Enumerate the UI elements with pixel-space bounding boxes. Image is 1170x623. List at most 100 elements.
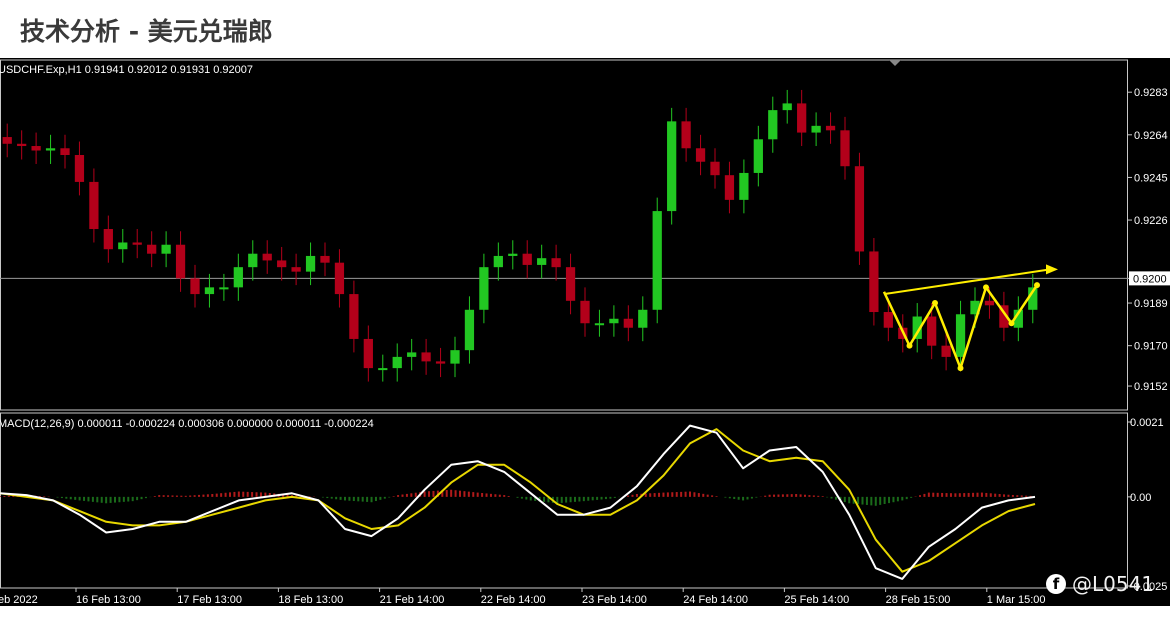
candle-body bbox=[219, 287, 229, 290]
candle-body bbox=[681, 121, 691, 149]
pattern-point bbox=[983, 284, 989, 291]
candle-body bbox=[60, 148, 70, 155]
candle-body bbox=[450, 350, 460, 364]
candle-body bbox=[854, 166, 865, 252]
candle-body bbox=[407, 352, 417, 357]
candle-body bbox=[927, 316, 937, 346]
candle-body bbox=[378, 368, 388, 371]
candle-body bbox=[522, 253, 532, 265]
candle-body bbox=[493, 255, 503, 268]
candle-body bbox=[334, 262, 345, 295]
time-tick-label: 25 Feb 14:00 bbox=[784, 594, 849, 606]
time-tick-label: eb 2022 bbox=[0, 594, 38, 606]
candle-body bbox=[262, 253, 272, 261]
watermark: f @L0541 bbox=[1046, 572, 1154, 596]
candle-body bbox=[768, 110, 778, 140]
candle-body bbox=[551, 258, 561, 268]
macd-tick-label: 0.00 bbox=[1130, 492, 1151, 504]
price-tick-label: 0.9264 bbox=[1134, 130, 1168, 142]
candle-body bbox=[45, 148, 56, 151]
candle-body bbox=[609, 318, 619, 324]
candle-body bbox=[17, 143, 27, 147]
time-tick-label: 24 Feb 14:00 bbox=[683, 594, 748, 606]
candle-body bbox=[233, 267, 243, 288]
candle-body bbox=[349, 294, 359, 339]
candle-body bbox=[869, 251, 879, 313]
candle-body bbox=[695, 148, 706, 162]
candle-body bbox=[435, 361, 446, 364]
candle-body bbox=[739, 172, 749, 200]
pattern-point bbox=[957, 365, 964, 372]
page-title: 技术分析 - 美元兑瑞郎 bbox=[20, 17, 273, 46]
price-tick-label: 0.9152 bbox=[1134, 381, 1168, 393]
candle-body bbox=[883, 312, 893, 328]
candle-body bbox=[118, 242, 128, 250]
time-tick-label: 17 Feb 13:00 bbox=[177, 594, 242, 606]
price-tick-label: 0.9283 bbox=[1134, 87, 1168, 99]
candle-body bbox=[782, 103, 792, 111]
candle-body bbox=[710, 161, 720, 176]
macd-chart-header: MACD(12,26,9) 0.000011 -0.000224 0.00030… bbox=[0, 418, 374, 430]
candle-body bbox=[623, 318, 633, 328]
candle-body bbox=[31, 146, 41, 151]
candle-body bbox=[565, 267, 576, 301]
candle-body bbox=[840, 130, 850, 167]
trading-chart[interactable]: 0.9283 0.9264 0.9245 0.9226 0.9200 0.9189 0.91… bbox=[0, 58, 1170, 606]
candle-body bbox=[74, 155, 85, 182]
candle-body bbox=[955, 314, 966, 357]
candle-body bbox=[161, 244, 171, 254]
time-tick-label: 28 Feb 15:00 bbox=[886, 594, 951, 606]
pattern-point bbox=[1008, 320, 1015, 327]
facebook-icon: f bbox=[1046, 574, 1066, 594]
candle-body bbox=[175, 244, 186, 279]
price-tick-label: 0.9170 bbox=[1134, 341, 1168, 353]
candle-body bbox=[479, 267, 489, 310]
candle-body bbox=[508, 253, 518, 256]
candle-body bbox=[277, 260, 287, 268]
candle-body bbox=[291, 267, 301, 272]
candle-body bbox=[320, 255, 330, 263]
time-tick-label: 18 Feb 13:00 bbox=[278, 594, 343, 606]
candle-body bbox=[147, 244, 157, 254]
candle-body bbox=[421, 352, 431, 362]
watermark-handle: @L0541 bbox=[1072, 572, 1155, 596]
candle-body bbox=[248, 253, 258, 268]
candle-body bbox=[204, 287, 215, 295]
time-tick-label: 23 Feb 14:00 bbox=[582, 594, 647, 606]
price-tick-label: 0.9189 bbox=[1134, 298, 1168, 310]
candle-body bbox=[363, 338, 373, 369]
pattern-point bbox=[932, 300, 938, 307]
price-tick-label: 0.9245 bbox=[1134, 172, 1168, 184]
time-tick-label: 1 Mar 15:00 bbox=[987, 594, 1046, 606]
candle-body bbox=[667, 121, 677, 212]
candle-body bbox=[652, 211, 662, 310]
candle-body bbox=[825, 125, 836, 131]
price-tick-label: 0.9226 bbox=[1134, 215, 1168, 227]
price-chart-header: USDCHF.Exp,H1 0.91941 0.92012 0.91931 0.… bbox=[0, 64, 253, 76]
time-tick-label: 22 Feb 14:00 bbox=[481, 594, 546, 606]
candle-body bbox=[797, 103, 807, 133]
candle-body bbox=[984, 300, 995, 306]
candle-body bbox=[132, 242, 142, 245]
candle-body bbox=[2, 137, 12, 144]
candle-body bbox=[305, 255, 316, 272]
current-price-label: 0.9200 bbox=[1133, 273, 1167, 285]
candle-body bbox=[89, 181, 99, 230]
pattern-point bbox=[1034, 282, 1040, 289]
time-tick-label: 21 Feb 14:00 bbox=[380, 594, 445, 606]
candle-body bbox=[537, 258, 547, 265]
macd-tick-label: 0.0021 bbox=[1130, 417, 1164, 429]
candle-body bbox=[638, 309, 648, 328]
candle-body bbox=[464, 309, 475, 351]
candle-body bbox=[941, 345, 951, 357]
candle-body bbox=[190, 278, 200, 295]
candle-body bbox=[724, 175, 735, 200]
candle-body bbox=[811, 125, 821, 133]
candle-body bbox=[580, 300, 590, 324]
time-tick-label: 16 Feb 13:00 bbox=[76, 594, 141, 606]
candle-body bbox=[594, 323, 605, 326]
candle-body bbox=[103, 229, 113, 250]
candle-body bbox=[392, 356, 402, 369]
pattern-point bbox=[906, 342, 913, 349]
candle-body bbox=[753, 139, 763, 173]
